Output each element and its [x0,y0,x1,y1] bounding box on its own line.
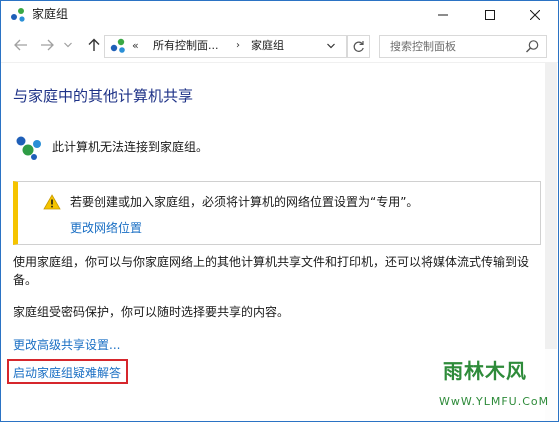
breadcrumb-control-panel[interactable]: 所有控制面... [153,38,219,54]
homegroup-window: 家庭组 « 所有控制面... › 家庭组 搜索控制面板 与家庭中的其他计算机共享… [0,0,559,422]
close-button[interactable] [512,1,558,29]
search-input[interactable]: 搜索控制面板 [379,35,547,58]
homegroup-description: 使用家庭组，你可以与你家庭网络上的其他计算机共享文件和打印机，还可以将媒体流式传… [13,255,530,287]
maximize-icon [485,10,495,20]
maximize-button[interactable] [467,1,513,29]
breadcrumb-homegroup[interactable]: 家庭组 [251,38,284,54]
warning-panel: 若要创建或加入家庭组，必须将计算机的网络位置设置为“专用”。 更改网络位置 [13,181,541,245]
minimize-icon [438,14,448,16]
refresh-icon [353,41,364,52]
minimize-button[interactable] [420,1,466,29]
highlight-annotation [7,359,128,384]
breadcrumb-separator[interactable]: › [236,38,240,54]
warning-text: 若要创建或加入家庭组，必须将计算机的网络位置设置为“专用”。 [70,195,419,209]
connection-status: 此计算机无法连接到家庭组。 [52,140,209,154]
up-button[interactable] [85,36,103,54]
warning-icon [43,194,61,210]
title-bar: 家庭组 [1,1,558,29]
chevron-down-icon [64,42,72,48]
password-note: 家庭组受密码保护，你可以随时选择要共享的内容。 [13,305,290,319]
arrow-right-icon [41,39,54,51]
address-dropdown-button[interactable] [324,38,338,54]
arrow-up-icon [88,38,100,51]
homegroup-icon [16,136,41,160]
back-button[interactable] [12,36,30,54]
change-network-location-link[interactable]: 更改网络位置 [70,220,142,236]
homegroup-icon [110,38,125,53]
address-bar[interactable]: « 所有控制面... › 家庭组 [104,35,347,58]
recent-locations-button[interactable] [62,36,74,54]
nav-divider [1,62,558,63]
chevron-down-icon [327,43,335,49]
navigation-bar: « 所有控制面... › 家庭组 搜索控制面板 [1,30,558,62]
advanced-sharing-link[interactable]: 更改高级共享设置... [13,337,120,353]
arrow-left-icon [14,39,27,51]
page-title: 与家庭中的其他计算机共享 [13,87,194,105]
search-placeholder: 搜索控制面板 [390,40,456,53]
watermark-url: WwW.YLMFU.CoM [439,395,550,408]
window-title: 家庭组 [32,7,69,21]
watermark: 雨林木风 WwW.YLMFU.CoM [429,349,558,421]
refresh-button[interactable] [347,35,370,58]
breadcrumb-overflow[interactable]: « [132,38,139,54]
forward-button[interactable] [38,36,56,54]
close-icon [530,10,540,20]
search-icon[interactable] [525,39,540,54]
watermark-logo: 雨林木风 [443,359,527,383]
homegroup-icon [11,8,25,22]
